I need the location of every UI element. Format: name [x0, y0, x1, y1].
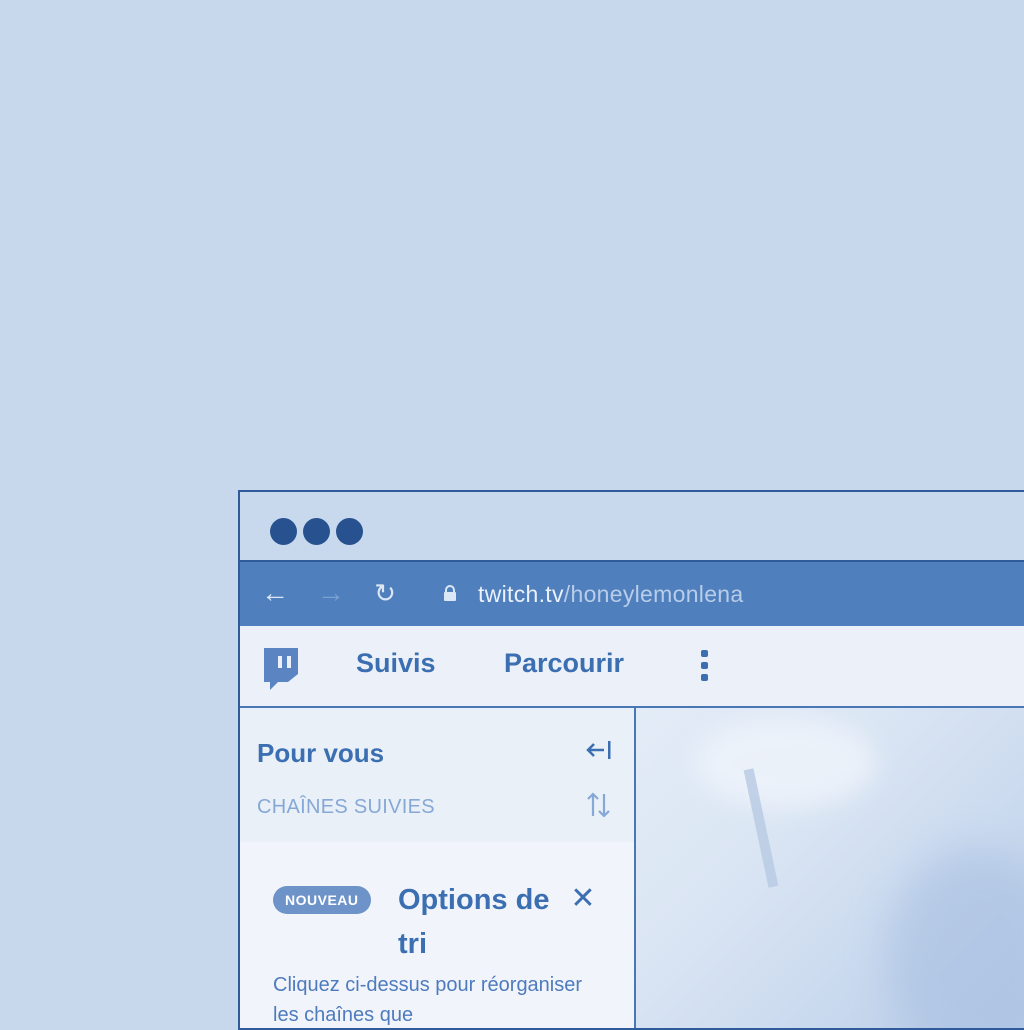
preview-highlight	[696, 718, 876, 808]
address-bar: ← → ↻ twitch.tv/honeylemonlena	[240, 562, 1024, 626]
promo-title: Options de tri	[398, 884, 550, 960]
collapse-sidebar-icon[interactable]	[584, 736, 614, 764]
nav-following[interactable]: Suivis	[356, 648, 436, 679]
url-path: /honeylemonlena	[563, 581, 744, 607]
site-header: Suivis Parcourir	[240, 626, 1024, 708]
preview-shade	[886, 848, 1024, 1028]
reload-icon[interactable]: ↻	[368, 576, 402, 610]
window-minimize-control[interactable]	[303, 518, 330, 545]
arrow-left-icon[interactable]: ←	[258, 576, 292, 610]
followed-channels-heading: CHAÎNES SUIVIES	[257, 796, 435, 818]
window-close-control[interactable]	[270, 518, 297, 545]
window-maximize-control[interactable]	[336, 518, 363, 545]
title-bar	[240, 492, 1024, 562]
close-icon[interactable]: ✕	[568, 884, 598, 914]
sort-icon[interactable]	[584, 788, 614, 822]
sort-options-promo: NOUVEAU Options de tri ✕ Cliquez ci-dess…	[240, 842, 634, 1028]
url-domain: twitch.tv	[478, 581, 564, 607]
url-field[interactable]: twitch.tv/honeylemonlena	[478, 581, 743, 608]
sidebar: Pour vous CHAÎNES SUIVIES NOUVEAU Option…	[240, 708, 636, 1028]
arrow-right-icon[interactable]: →	[314, 576, 348, 610]
new-badge: NOUVEAU	[273, 886, 371, 914]
promo-description: Cliquez ci-dessus pour réorganiser les c…	[273, 974, 583, 1026]
lock-icon	[444, 585, 456, 601]
sidebar-title: Pour vous	[257, 738, 385, 768]
nav-browse[interactable]: Parcourir	[504, 648, 624, 679]
stream-preview[interactable]	[636, 708, 1024, 1028]
browser-window: ← → ↻ twitch.tv/honeylemonlena Suivis Pa…	[238, 490, 1024, 1030]
twitch-logo-icon[interactable]	[258, 644, 302, 692]
more-vertical-icon[interactable]	[698, 650, 710, 686]
